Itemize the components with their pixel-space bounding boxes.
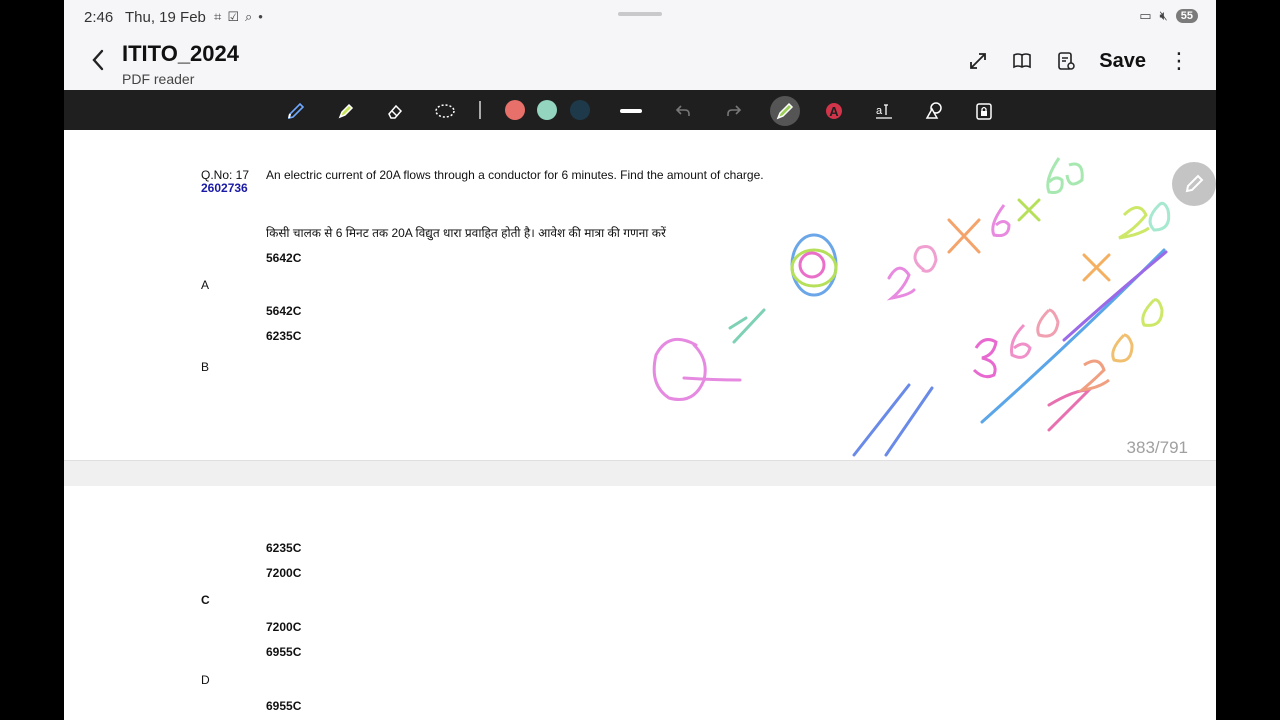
pen-icon (287, 102, 305, 120)
chevron-left-icon (92, 49, 104, 71)
pencil-icon (1185, 174, 1204, 193)
eraser-icon (388, 104, 403, 119)
back-button[interactable] (90, 48, 106, 79)
screenshot-icon: ⌗ (214, 9, 228, 24)
svg-text:A: A (829, 104, 839, 119)
document-subtitle: PDF reader (122, 71, 195, 87)
battery-indicator: 55 (1175, 9, 1198, 23)
option-b-value-repeat: 6235C (266, 541, 302, 555)
pen-tool[interactable] (283, 98, 309, 124)
option-d-value: 6955C (266, 645, 302, 659)
highlighter-icon (338, 103, 354, 119)
color-mint-swatch[interactable] (537, 100, 557, 120)
text-box-icon: a (876, 104, 892, 119)
page-settings-button[interactable] (1055, 50, 1077, 72)
lasso-icon (435, 104, 455, 118)
pdf-page-upper: Q.No: 17 An electric current of 20A flow… (64, 130, 1216, 460)
dot-icon: • (258, 9, 269, 24)
device-screen: 2:46 Thu, 19 Feb ⌗☑⌕• ▭ 🔇︎ 55 ITITO_2024… (64, 0, 1216, 720)
checkbox-icon: ☑ (227, 9, 245, 24)
color-navy-swatch[interactable] (570, 100, 590, 120)
pdf-page-lower: 6235C 7200C C 7200C 6955C D 6955C (64, 486, 1216, 720)
svg-text:a: a (876, 105, 883, 117)
app-header: ITITO_2024 PDF reader Save ⋮ (64, 34, 1216, 90)
lock-tool[interactable] (971, 98, 997, 124)
text-box-tool[interactable]: a (871, 98, 897, 124)
status-time: 2:46 (84, 9, 114, 26)
stroke-width-icon (620, 109, 642, 113)
text-color-icon: A (826, 103, 842, 119)
redo-button[interactable] (721, 98, 747, 124)
search-icon: ⌕ (244, 9, 259, 24)
edit-pen-button[interactable] (1172, 162, 1216, 206)
save-button[interactable]: Save (1099, 50, 1146, 73)
book-view-button[interactable] (1011, 50, 1033, 72)
expand-button[interactable] (967, 50, 989, 72)
option-c-letter: C (201, 593, 210, 607)
stroke-width-button[interactable] (618, 98, 644, 124)
lock-icon (976, 103, 992, 120)
status-date: Thu, 19 Feb (125, 9, 206, 26)
option-d-letter: D (201, 673, 210, 687)
annotation-toolbar: A a (64, 90, 1216, 130)
page-separator (64, 460, 1216, 488)
text-color-tool[interactable]: A (821, 98, 847, 124)
undo-button[interactable] (670, 98, 696, 124)
highlighter-tool[interactable] (333, 98, 359, 124)
toolbar-divider (479, 101, 481, 119)
status-bar: 2:46 Thu, 19 Feb ⌗☑⌕• ▭ 🔇︎ 55 (64, 0, 1216, 34)
option-c-value-repeat: 7200C (266, 620, 302, 634)
redo-icon (727, 105, 742, 116)
expand-icon (970, 53, 987, 69)
rainbow-pen-tool[interactable] (772, 98, 798, 124)
rainbow-pen-icon (776, 102, 794, 120)
multitask-handle[interactable] (618, 12, 662, 16)
mute-icon: 🔇︎ (1159, 8, 1168, 23)
color-coral-swatch[interactable] (505, 100, 525, 120)
lasso-tool[interactable] (432, 98, 458, 124)
cast-icon: ▭ (1139, 8, 1152, 23)
option-d-value-repeat: 6955C (266, 699, 302, 713)
eraser-tool[interactable] (382, 98, 408, 124)
handwritten-annotations (652, 157, 1171, 457)
more-options-button[interactable]: ⋮ (1168, 48, 1190, 74)
header-actions: Save ⋮ (967, 48, 1190, 74)
status-right-icons: ▭ 🔇︎ 55 (1139, 8, 1198, 24)
option-c-value: 7200C (266, 566, 302, 580)
shapes-tool[interactable] (921, 98, 947, 124)
undo-icon (675, 105, 690, 116)
document-title: ITITO_2024 (122, 41, 239, 66)
document-settings-icon (1058, 52, 1076, 70)
shapes-icon (925, 102, 942, 119)
status-notification-icons: ⌗☑⌕• (214, 9, 269, 25)
book-icon (1013, 53, 1032, 69)
